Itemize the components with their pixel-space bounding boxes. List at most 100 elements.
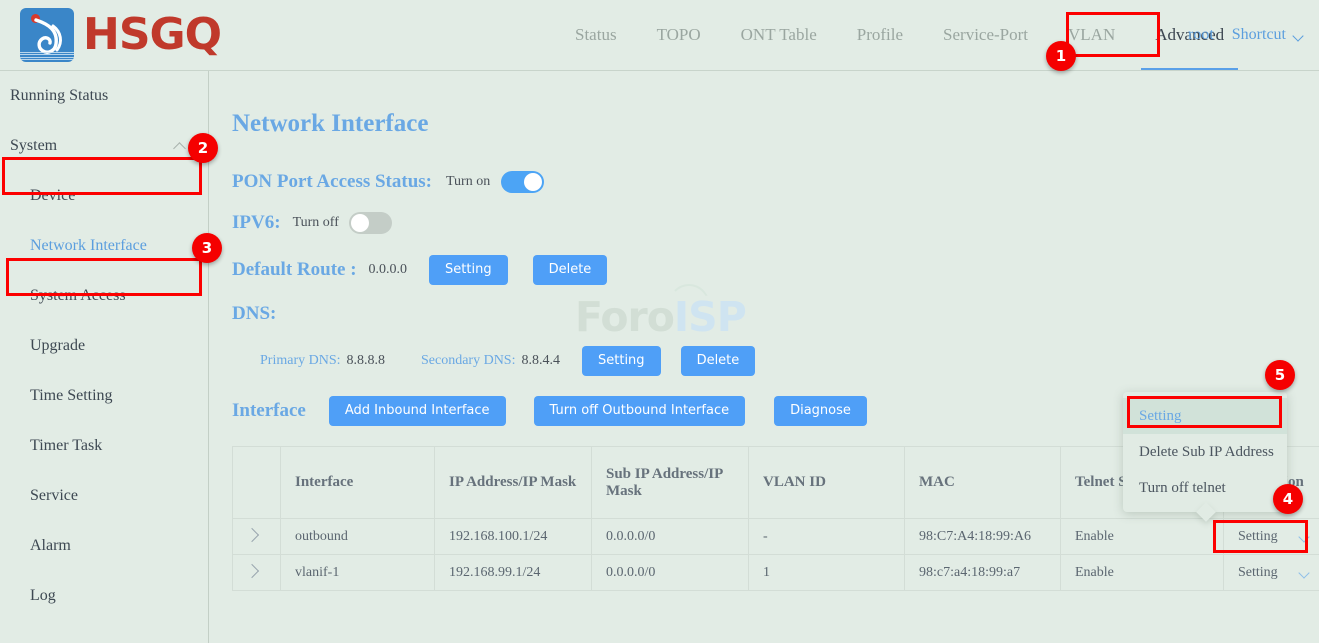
sidebar-item-time-setting[interactable]: Time Setting <box>0 371 208 421</box>
toggle-knob <box>351 214 369 232</box>
ipv6-row: IPV6: Turn off <box>232 212 392 234</box>
sidebar-item-alarm[interactable]: Alarm <box>0 521 208 571</box>
sidebar-item-service[interactable]: Service <box>0 471 208 521</box>
add-inbound-interface-button[interactable]: Add Inbound Interface <box>329 396 506 426</box>
app-root: HSGQ Status TOPO ONT Table Profile Servi… <box>0 0 1319 643</box>
th-vlan-id: VLAN ID <box>749 447 905 519</box>
sidebar-item-log[interactable]: Log <box>0 571 208 621</box>
pon-port-label: PON Port Access Status: <box>232 171 432 193</box>
chevron-down-icon <box>1294 32 1305 39</box>
pon-port-toggle[interactable] <box>501 171 544 193</box>
secondary-dns-label: Secondary DNS: <box>421 353 516 369</box>
row-setting-label: Setting <box>1238 529 1278 545</box>
sidebar-item-system-label: System <box>10 137 57 155</box>
watermark-arc-icon <box>668 284 710 306</box>
hsgq-logo-icon <box>20 8 74 62</box>
sidebar-item-timer-task[interactable]: Timer Task <box>0 421 208 471</box>
brand-text: HSGQ <box>83 13 221 57</box>
main-content: ForoISP Network Interface PON Port Acces… <box>210 71 1319 643</box>
nav-item-vlan[interactable]: VLAN <box>1048 0 1135 70</box>
row-expand-cell[interactable] <box>233 519 281 555</box>
nav-item-service-port[interactable]: Service-Port <box>923 0 1048 70</box>
cell-mac: 98:C7:A4:18:99:A6 <box>905 519 1061 555</box>
primary-dns-value: 8.8.8.8 <box>347 353 386 369</box>
cell-sub-ip-address: 0.0.0.0/0 <box>592 555 749 591</box>
default-route-value: 0.0.0.0 <box>369 262 408 278</box>
cell-vlan-id: 1 <box>749 555 905 591</box>
turn-off-outbound-interface-button[interactable]: Turn off Outbound Interface <box>534 396 746 426</box>
th-sub-ip-address: Sub IP Address/IP Mask <box>592 447 749 519</box>
row-expand-cell[interactable] <box>233 555 281 591</box>
cell-mac: 98:c7:a4:18:99:a7 <box>905 555 1061 591</box>
cell-ip-address: 192.168.100.1/24 <box>435 519 592 555</box>
table-row: outbound 192.168.100.1/24 0.0.0.0/0 - 98… <box>233 519 1319 555</box>
cell-ip-address: 192.168.99.1/24 <box>435 555 592 591</box>
cell-interface: outbound <box>281 519 435 555</box>
dropdown-item-setting[interactable]: Setting <box>1123 398 1287 434</box>
brand-logo[interactable]: HSGQ <box>20 8 221 62</box>
pon-port-state-text: Turn on <box>446 174 490 190</box>
dns-delete-button[interactable]: Delete <box>681 346 756 376</box>
cell-sub-ip-address: 0.0.0.0/0 <box>592 519 749 555</box>
default-route-setting-button[interactable]: Setting <box>429 255 508 285</box>
chevron-up-icon <box>174 142 186 150</box>
row-setting-dropdown[interactable]: Setting <box>1224 519 1319 555</box>
sidebar-item-device[interactable]: Device <box>0 171 208 221</box>
th-interface: Interface <box>281 447 435 519</box>
watermark-part2: ISP <box>674 293 746 341</box>
cell-telnet-status: Enable <box>1061 555 1224 591</box>
nav-item-status[interactable]: Status <box>555 0 637 70</box>
logo-baselines <box>20 50 74 59</box>
ipv6-state-text: Turn off <box>293 215 339 231</box>
sidebar-item-system-access[interactable]: System Access <box>0 271 208 321</box>
top-header: HSGQ Status TOPO ONT Table Profile Servi… <box>0 0 1319 71</box>
sidebar-item-running-status[interactable]: Running Status <box>0 71 208 121</box>
dropdown-item-turn-off-telnet[interactable]: Turn off telnet <box>1123 470 1287 506</box>
diagnose-button[interactable]: Diagnose <box>774 396 867 426</box>
default-route-delete-button[interactable]: Delete <box>533 255 608 285</box>
top-navigation: Status TOPO ONT Table Profile Service-Po… <box>555 0 1244 70</box>
dns-values-row: Primary DNS: 8.8.8.8 Secondary DNS: 8.8.… <box>260 346 755 376</box>
watermark-part1: Foro <box>575 293 674 341</box>
sidebar-item-upgrade[interactable]: Upgrade <box>0 321 208 371</box>
table-row: vlanif-1 192.168.99.1/24 0.0.0.0/0 1 98:… <box>233 555 1319 591</box>
secondary-dns-value: 8.8.4.4 <box>522 353 561 369</box>
primary-dns-label: Primary DNS: <box>260 353 341 369</box>
cell-telnet-status: Enable <box>1061 519 1224 555</box>
nav-item-profile[interactable]: Profile <box>837 0 923 70</box>
pon-port-row: PON Port Access Status: Turn on <box>232 171 544 193</box>
toggle-knob <box>524 173 542 191</box>
sidebar-item-system[interactable]: System <box>0 121 208 171</box>
user-area: root Shortcut <box>1188 0 1305 70</box>
dns-section-label-row: DNS: <box>232 303 276 325</box>
shortcut-menu[interactable]: Shortcut <box>1232 26 1305 44</box>
shortcut-label: Shortcut <box>1232 26 1286 44</box>
nav-item-ont-table[interactable]: ONT Table <box>721 0 837 70</box>
default-route-row: Default Route : 0.0.0.0 Setting Delete <box>232 255 607 285</box>
chevron-right-icon[interactable] <box>245 527 259 541</box>
dns-setting-button[interactable]: Setting <box>582 346 661 376</box>
dropdown-item-delete-sub-ip-address[interactable]: Delete Sub IP Address <box>1123 434 1287 470</box>
interface-label: Interface <box>232 400 306 422</box>
dns-label: DNS: <box>232 303 276 325</box>
th-ip-address: IP Address/IP Mask <box>435 447 592 519</box>
interface-actions-row: Interface Add Inbound Interface Turn off… <box>232 396 867 426</box>
foroisp-watermark: ForoISP <box>575 293 746 341</box>
chevron-down-icon <box>1300 569 1305 576</box>
ipv6-toggle[interactable] <box>349 212 392 234</box>
chevron-down-icon <box>1300 533 1305 540</box>
user-name-label[interactable]: root <box>1188 26 1214 44</box>
page-title: Network Interface <box>232 110 428 138</box>
setting-dropdown-menu: Setting Delete Sub IP Address Turn off t… <box>1123 392 1287 512</box>
sidebar-item-network-interface[interactable]: Network Interface <box>0 221 208 271</box>
nav-item-topo[interactable]: TOPO <box>637 0 721 70</box>
sidebar: Running Status System Device Network Int… <box>0 71 209 643</box>
row-setting-dropdown[interactable]: Setting <box>1224 555 1319 591</box>
chevron-right-icon[interactable] <box>245 563 259 577</box>
th-mac: MAC <box>905 447 1061 519</box>
row-setting-label: Setting <box>1238 565 1278 581</box>
cell-vlan-id: - <box>749 519 905 555</box>
th-expand <box>233 447 281 519</box>
ipv6-label: IPV6: <box>232 212 281 234</box>
default-route-label: Default Route : <box>232 259 357 281</box>
